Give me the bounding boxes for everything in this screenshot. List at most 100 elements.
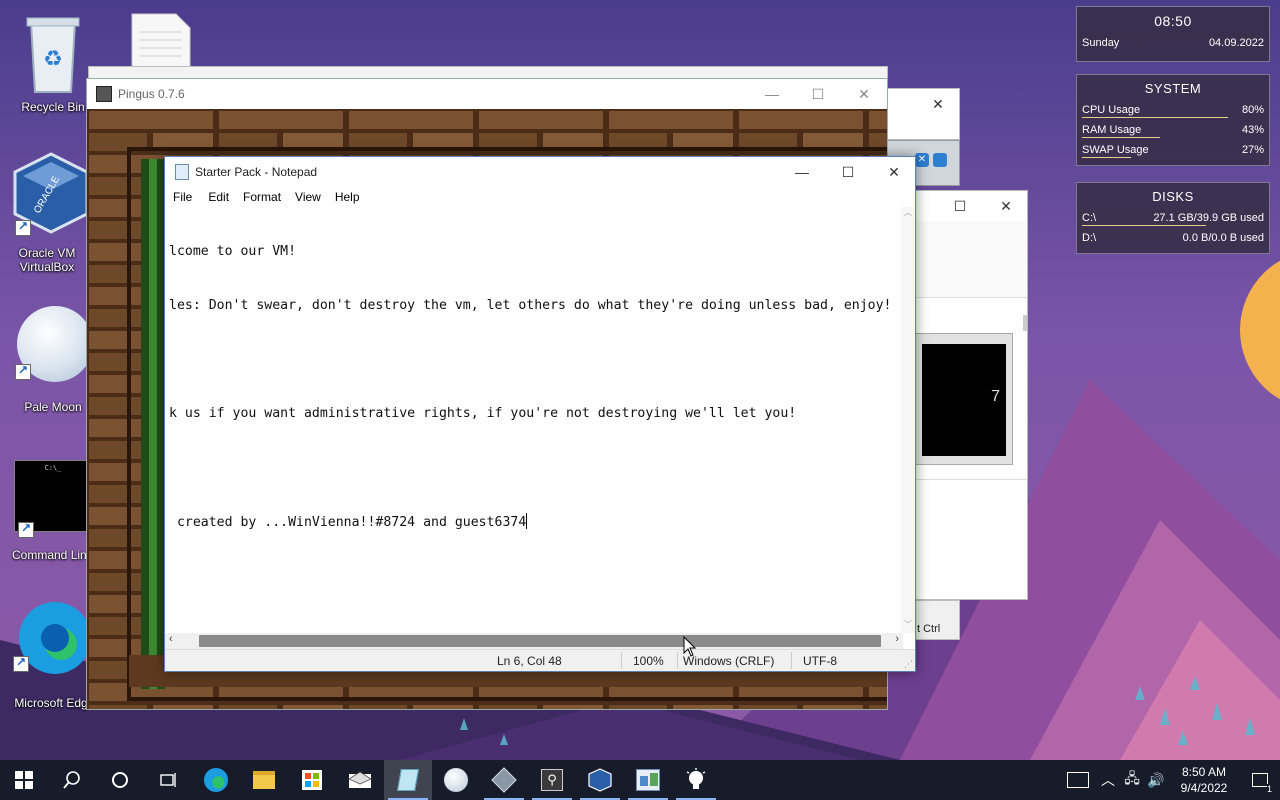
- notepad-icon: [397, 769, 419, 791]
- menu-format[interactable]: Format: [243, 190, 281, 204]
- recycle-bin-icon: ♻: [17, 12, 89, 93]
- disk-d-value: 0.0 B/0.0 B used: [1182, 232, 1264, 244]
- disk-c-label: C:\: [1082, 212, 1097, 224]
- search-button[interactable]: [48, 760, 96, 800]
- clock-day: Sunday: [1082, 37, 1120, 49]
- taskbar: ⚲ ︿ 🖧 🔊 8:50 AM 9/4/2022 1: [0, 760, 1280, 800]
- vertical-scrollbar[interactable]: ︿ ﹀: [901, 207, 915, 633]
- close-button[interactable]: ✕: [983, 191, 1029, 221]
- menu-help[interactable]: Help: [335, 190, 360, 204]
- start-button[interactable]: [0, 760, 48, 800]
- clock-button[interactable]: 8:50 AM 9/4/2022: [1168, 764, 1240, 796]
- desktop-icon-command-line[interactable]: C:\_ Command Lin: [8, 460, 98, 562]
- taskbar-edge[interactable]: [192, 760, 240, 800]
- ram-usage-label: RAM Usage: [1082, 124, 1142, 136]
- desktop-icon-label: Oracle VM VirtualBox: [18, 246, 76, 274]
- app-compass-icon: [491, 767, 517, 793]
- close-button[interactable]: ✕: [841, 79, 887, 109]
- horizontal-scrollbar[interactable]: ‹ ›: [165, 633, 903, 649]
- desktop-icon-pale-moon[interactable]: Pale Moon: [8, 306, 98, 414]
- minimize-button[interactable]: —: [779, 157, 825, 187]
- shortcut-arrow-icon: [15, 363, 31, 380]
- chevron-up-icon: ︿: [1101, 772, 1115, 788]
- scroll-thumb[interactable]: [1023, 315, 1027, 331]
- disk-d-label: D:\: [1082, 232, 1097, 244]
- taskbar-tips[interactable]: [672, 760, 720, 800]
- taskbar-notepad[interactable]: [384, 760, 432, 800]
- notepad-window-title: Starter Pack - Notepad: [195, 165, 318, 179]
- swap-usage-value: 27%: [1241, 144, 1264, 156]
- control-panel-icon: [636, 769, 660, 791]
- menu-edit[interactable]: Edit: [208, 190, 229, 204]
- text-line-3: [169, 351, 903, 369]
- system-widget: SYSTEM CPU Usage 80% RAM Usage 43% SWAP …: [1076, 74, 1270, 166]
- resize-icon[interactable]: [933, 153, 947, 167]
- disk-c-row: C:\ 27.1 GB/39.9 GB used: [1077, 208, 1269, 228]
- scroll-down-icon[interactable]: ﹀: [901, 619, 915, 633]
- notepad-text-area[interactable]: lcome to our VM! les: Don't swear, don't…: [165, 207, 903, 633]
- swap-usage-row: SWAP Usage 27%: [1077, 140, 1269, 160]
- shortcut-arrow-icon: [13, 655, 29, 672]
- shortcut-arrow-icon: [18, 521, 34, 538]
- desktop-icon-virtualbox[interactable]: ORACLE Oracle VM VirtualBox: [2, 152, 92, 274]
- action-center-button[interactable]: 1: [1240, 760, 1280, 800]
- tips-bulb-icon: [686, 768, 706, 789]
- network-button[interactable]: 🖧: [1120, 768, 1144, 792]
- tray-date: 9/4/2022: [1180, 781, 1228, 795]
- clock-time: 08:50: [1154, 13, 1192, 29]
- maximize-button[interactable]: ☐: [795, 79, 841, 109]
- start-windows-icon: [15, 771, 33, 789]
- scroll-right-icon[interactable]: ›: [895, 633, 899, 645]
- ram-usage-value: 43%: [1241, 124, 1264, 136]
- volume-button[interactable]: 🔊: [1144, 772, 1168, 789]
- desktop-icon-recycle-bin[interactable]: ♻ Recycle Bin: [8, 12, 98, 114]
- virtualbox-icon: ORACLE: [11, 152, 89, 236]
- taskbar-file-explorer[interactable]: [240, 760, 288, 800]
- taskbar-mail[interactable]: [336, 760, 384, 800]
- search-icon: [63, 771, 80, 789]
- scroll-up-icon[interactable]: ︿: [901, 207, 915, 221]
- cpu-usage-bar: [1082, 117, 1228, 118]
- desktop-icon-document[interactable]: [128, 12, 192, 69]
- desktop-icon-label: Recycle Bin: [21, 100, 85, 114]
- background-window-dialog[interactable]: ✕: [880, 88, 960, 140]
- close-icon[interactable]: ✕: [915, 153, 929, 167]
- news-button[interactable]: [1060, 760, 1096, 800]
- menu-view[interactable]: View: [295, 190, 321, 204]
- menu-file[interactable]: File: [173, 190, 192, 204]
- cortana-circle-icon: [112, 772, 128, 788]
- taskbar-virtualbox[interactable]: [576, 760, 624, 800]
- cortana-button[interactable]: [96, 760, 144, 800]
- disks-widget: DISKS C:\ 27.1 GB/39.9 GB used D:\ 0.0 B…: [1076, 182, 1270, 254]
- taskbar-control-panel[interactable]: [624, 760, 672, 800]
- notepad-app-icon: [175, 164, 189, 180]
- status-zoom: 100%: [633, 654, 664, 668]
- close-button[interactable]: ✕: [871, 157, 917, 187]
- notepad-window[interactable]: Starter Pack - Notepad — ☐ ✕ File Edit F…: [164, 156, 916, 672]
- desktop-icon-edge[interactable]: Microsoft Edg: [6, 598, 96, 710]
- text-line-4: k us if you want administrative rights, …: [169, 406, 797, 421]
- taskbar-store[interactable]: [288, 760, 336, 800]
- status-cursor-position: Ln 6, Col 48: [497, 654, 562, 668]
- clock-date: 04.09.2022: [1208, 37, 1264, 49]
- show-hidden-icons-button[interactable]: ︿: [1096, 770, 1120, 790]
- taskbar-app-compass[interactable]: [480, 760, 528, 800]
- notepad-statusbar: Ln 6, Col 48 100% Windows (CRLF) UTF-8 ⋰: [165, 649, 915, 671]
- task-view-button[interactable]: [144, 760, 192, 800]
- disk-c-bar: [1082, 225, 1206, 226]
- disk-d-row: D:\ 0.0 B/0.0 B used: [1077, 228, 1269, 248]
- text-line-6-content: created by ...WinVienna!!#8724 and guest…: [169, 515, 527, 530]
- notification-icon: [1252, 773, 1268, 787]
- document-file-icon: [131, 13, 191, 69]
- minimize-button[interactable]: —: [749, 79, 795, 109]
- taskbar-pale-moon[interactable]: [432, 760, 480, 800]
- taskbar-pingus[interactable]: ⚲: [528, 760, 576, 800]
- horizontal-scroll-thumb[interactable]: [199, 635, 881, 647]
- resize-grip-icon[interactable]: ⋰: [904, 659, 913, 670]
- maximize-button[interactable]: ☐: [825, 157, 871, 187]
- swap-usage-label: SWAP Usage: [1082, 144, 1149, 156]
- scroll-left-icon[interactable]: ‹: [169, 633, 173, 645]
- maximize-button[interactable]: ☐: [937, 191, 983, 221]
- close-button[interactable]: ✕: [915, 89, 961, 119]
- pingus-icon: ⚲: [541, 769, 563, 791]
